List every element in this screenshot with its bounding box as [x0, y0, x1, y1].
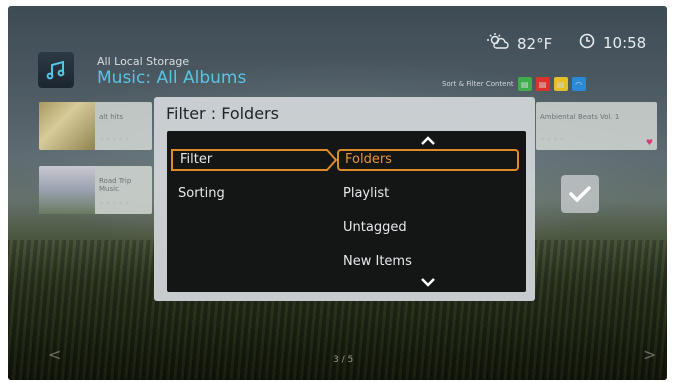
heart-icon: ♥: [645, 138, 653, 147]
album-thumbnail: [39, 166, 95, 214]
option-new-items[interactable]: New Items: [337, 251, 519, 273]
prev-page-arrow-icon[interactable]: <: [48, 345, 61, 364]
album-name: Ambiental Beats Vol. 1: [540, 113, 620, 121]
checkmark-icon: [569, 186, 591, 203]
blue-chip-icon[interactable]: ◠: [571, 77, 586, 91]
album-tile[interactable]: Road Trip Music ★★★★★: [39, 166, 152, 214]
partly-cloudy-icon: [487, 33, 509, 55]
chevron-up-icon[interactable]: [420, 136, 436, 146]
album-tile[interactable]: Ambiental Beats Vol. 1 ★★★★ ♥: [536, 102, 657, 150]
album-thumbnail: [39, 102, 95, 150]
green-chip-icon[interactable]: ▤: [517, 77, 532, 91]
music-note-icon: [38, 52, 74, 88]
clock-widget: 10:58: [579, 33, 646, 53]
menu-item-filter[interactable]: Filter: [171, 149, 313, 171]
next-page-arrow-icon[interactable]: >: [643, 345, 656, 364]
breadcrumb: Music: All Albums: [97, 68, 247, 88]
rating-stars: ★★★★: [540, 136, 566, 143]
time-text: 10:58: [603, 34, 647, 52]
filter-dialog: Filter : Folders Filter Sorting Folders …: [154, 97, 535, 301]
sort-filter-bar: Sort & Filter Content ▤ ▤ ▤ ◠: [442, 77, 586, 91]
dialog-title: Filter : Folders: [166, 104, 279, 123]
page-indicator: 3 / 5: [333, 355, 354, 365]
rating-stars: ★★★★★: [99, 136, 131, 143]
weather-widget: 82°F: [487, 33, 552, 55]
sort-filter-label: Sort & Filter Content: [442, 80, 514, 88]
confirm-button[interactable]: [561, 175, 599, 213]
album-name: alt hits: [99, 113, 123, 121]
option-playlist[interactable]: Playlist: [337, 183, 519, 205]
storage-source-label: All Local Storage: [97, 55, 190, 68]
yellow-chip-icon[interactable]: ▤: [553, 77, 568, 91]
option-untagged[interactable]: Untagged: [337, 217, 519, 239]
album-tile[interactable]: alt hits ★★★★★: [39, 102, 152, 150]
album-name: Road Trip Music: [99, 177, 132, 193]
filter-options-panel: Filter Sorting Folders Playlist Untagged…: [167, 131, 526, 292]
option-folders[interactable]: Folders: [337, 149, 519, 171]
red-chip-icon[interactable]: ▤: [535, 77, 550, 91]
rating-stars: ★★★★★: [99, 200, 131, 207]
chevron-down-icon[interactable]: [420, 277, 436, 287]
clock-icon: [579, 33, 595, 53]
temperature-text: 82°F: [517, 35, 553, 53]
menu-item-sorting[interactable]: Sorting: [171, 183, 313, 205]
arrow-connector-icon: [313, 149, 337, 171]
